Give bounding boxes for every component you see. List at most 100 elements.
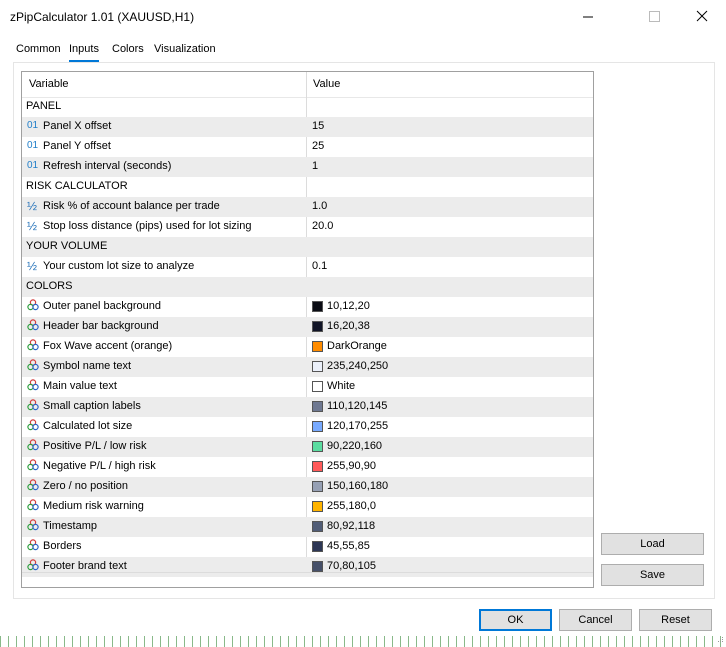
input-row[interactable]: ½ Your custom lot size to analyze 0.1 — [22, 257, 593, 277]
section-label: COLORS — [26, 280, 73, 292]
tab-inputs[interactable]: Inputs — [69, 40, 99, 62]
color-swatch[interactable] — [312, 441, 323, 452]
ok-button[interactable]: OK — [479, 609, 552, 631]
variable-label: Your custom lot size to analyze — [43, 260, 195, 272]
variable-label: Borders — [43, 540, 82, 552]
variable-label: Outer panel background — [43, 300, 162, 312]
input-row[interactable]: Symbol name text 235,240,250 — [22, 357, 593, 377]
color-swatch[interactable] — [312, 341, 323, 352]
value-cell[interactable]: 255,90,90 — [307, 457, 593, 477]
color-swatch[interactable] — [312, 461, 323, 472]
resize-grip-icon[interactable] — [714, 635, 724, 645]
value-cell[interactable]: 1.0 — [307, 197, 593, 217]
value-cell[interactable]: 150,160,180 — [307, 477, 593, 497]
color-swatch[interactable] — [312, 321, 323, 332]
variable-label: Risk % of account balance per trade — [43, 200, 220, 212]
section-label: PANEL — [26, 100, 62, 112]
input-row[interactable]: Header bar background 16,20,38 — [22, 317, 593, 337]
variable-cell: Timestamp — [22, 517, 306, 537]
value-cell[interactable]: 20.0 — [307, 217, 593, 237]
color-swatch[interactable] — [312, 541, 323, 552]
variable-label: Calculated lot size — [43, 420, 133, 432]
value-cell[interactable]: 10,12,20 — [307, 297, 593, 317]
cancel-button[interactable]: Cancel — [559, 609, 632, 631]
tab-colors[interactable]: Colors — [112, 40, 144, 60]
color-swatch[interactable] — [312, 481, 323, 492]
input-row[interactable]: Main value text White — [22, 377, 593, 397]
variable-cell: Zero / no position — [22, 477, 306, 497]
color-type-icon — [27, 519, 41, 533]
variable-label: Negative P/L / high risk — [43, 460, 156, 472]
input-row[interactable]: 01 Panel X offset 15 — [22, 117, 593, 137]
value-cell[interactable]: 110,120,145 — [307, 397, 593, 417]
color-swatch[interactable] — [312, 301, 323, 312]
value-cell[interactable]: 90,220,160 — [307, 437, 593, 457]
variable-cell: RISK CALCULATOR — [22, 177, 306, 197]
value-text: 25 — [312, 140, 325, 152]
value-cell[interactable]: DarkOrange — [307, 337, 593, 357]
input-row[interactable]: 01 Panel Y offset 25 — [22, 137, 593, 157]
value-text: 255,90,90 — [327, 460, 376, 472]
color-swatch[interactable] — [312, 501, 323, 512]
tab-visualization[interactable]: Visualization — [154, 40, 216, 60]
color-circles-icon — [27, 339, 39, 351]
value-cell[interactable]: 16,20,38 — [307, 317, 593, 337]
input-row[interactable]: Borders 45,55,85 — [22, 537, 593, 557]
variable-label: Stop loss distance (pips) used for lot s… — [43, 220, 252, 232]
value-cell[interactable]: 45,55,85 — [307, 537, 593, 557]
value-cell[interactable]: 255,180,0 — [307, 497, 593, 517]
value-cell[interactable]: White — [307, 377, 593, 397]
value-text: 255,180,0 — [327, 500, 376, 512]
minimize-button[interactable] — [565, 0, 611, 34]
variable-cell: Small caption labels — [22, 397, 306, 417]
value-cell[interactable]: 1 — [307, 157, 593, 177]
input-row[interactable]: Calculated lot size 120,170,255 — [22, 417, 593, 437]
value-text: 150,160,180 — [327, 480, 389, 492]
input-row[interactable]: Fox Wave accent (orange) DarkOrange — [22, 337, 593, 357]
value-text: 110,120,145 — [327, 400, 388, 412]
value-cell[interactable]: 25 — [307, 137, 593, 157]
value-cell[interactable]: 235,240,250 — [307, 357, 593, 377]
color-swatch[interactable] — [312, 421, 323, 432]
grid-header: Variable Value — [22, 72, 593, 98]
color-swatch[interactable] — [312, 361, 323, 372]
color-type-icon — [27, 299, 41, 313]
value-text: White — [327, 380, 356, 392]
input-row[interactable]: Footer brand text 70,80,105 — [22, 557, 593, 577]
close-icon — [696, 10, 708, 22]
close-button[interactable] — [680, 0, 726, 34]
double-type-icon: ½ — [27, 219, 38, 233]
value-text: 235,240,250 — [327, 360, 389, 372]
color-swatch[interactable] — [312, 521, 323, 532]
input-row[interactable]: Medium risk warning 255,180,0 — [22, 497, 593, 517]
background-chart-strip — [0, 636, 726, 647]
input-row[interactable]: ½ Stop loss distance (pips) used for lot … — [22, 217, 593, 237]
color-circles-icon — [27, 479, 39, 491]
inputs-grid[interactable]: Variable Value PANEL 01 Panel X offset 15 01… — [21, 71, 594, 588]
value-cell[interactable]: 0.1 — [307, 257, 593, 277]
integer-type-icon: 01 — [27, 120, 39, 131]
input-row[interactable]: Zero / no position 150,160,180 — [22, 477, 593, 497]
value-cell[interactable]: 80,92,118 — [307, 517, 593, 537]
tab-common[interactable]: Common — [16, 40, 61, 60]
value-text: DarkOrange — [327, 340, 387, 352]
value-cell[interactable]: 15 — [307, 117, 593, 137]
value-cell[interactable]: 120,170,255 — [307, 417, 593, 437]
reset-button[interactable]: Reset — [639, 609, 712, 631]
color-swatch[interactable] — [312, 401, 323, 412]
input-row[interactable]: Positive P/L / low risk 90,220,160 — [22, 437, 593, 457]
save-button[interactable]: Save — [601, 564, 704, 586]
variable-cell: YOUR VOLUME — [22, 237, 306, 257]
input-row[interactable]: Negative P/L / high risk 255,90,90 — [22, 457, 593, 477]
input-row[interactable]: Outer panel background 10,12,20 — [22, 297, 593, 317]
color-swatch[interactable] — [312, 561, 323, 572]
input-row[interactable]: Timestamp 80,92,118 — [22, 517, 593, 537]
variable-label: Panel Y offset — [43, 140, 111, 152]
input-row[interactable]: ½ Risk % of account balance per trade 1.0 — [22, 197, 593, 217]
double-type-icon: ½ — [27, 199, 38, 213]
load-button[interactable]: Load — [601, 533, 704, 555]
input-row[interactable]: Small caption labels 110,120,145 — [22, 397, 593, 417]
input-row[interactable]: 01 Refresh interval (seconds) 1 — [22, 157, 593, 177]
color-swatch[interactable] — [312, 381, 323, 392]
value-cell[interactable]: 70,80,105 — [307, 557, 593, 577]
